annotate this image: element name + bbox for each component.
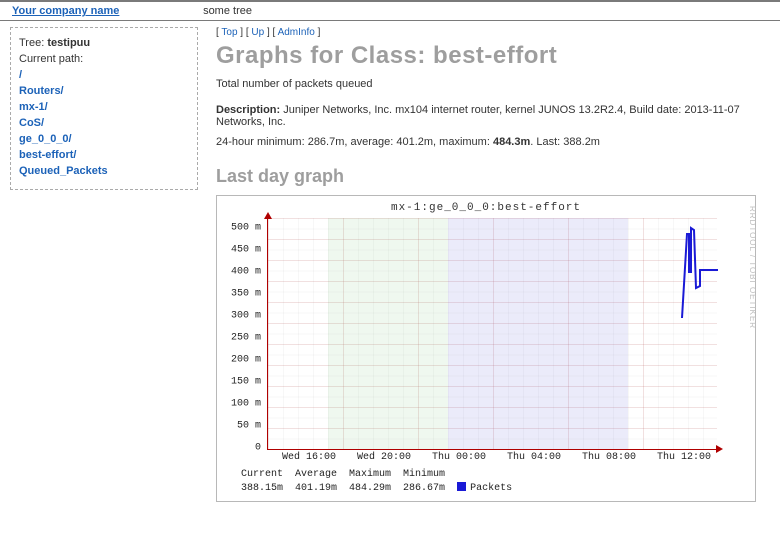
legend-swatch-icon (457, 482, 466, 491)
path-best-effort[interactable]: best-effort/ (19, 148, 189, 164)
y-tick: 0 (255, 443, 261, 454)
y-tick: 200 m (231, 355, 261, 366)
description-text: Juniper Networks, Inc. mx104 internet ro… (216, 104, 740, 128)
x-tick: Thu 08:00 (582, 452, 636, 463)
y-tick: 150 m (231, 377, 261, 388)
bracket-nav: [ Top ] [ Up ] [ AdmInfo ] (216, 27, 776, 38)
x-tick: Wed 20:00 (357, 452, 411, 463)
nav-top-link[interactable]: Top (221, 27, 237, 38)
tree-label: Tree: (19, 37, 47, 49)
legend-v-minimum: 286.67m (403, 482, 457, 496)
path-root[interactable]: / (19, 68, 189, 84)
path-ge[interactable]: ge_0_0_0/ (19, 132, 189, 148)
shade-band-green (328, 218, 448, 449)
path-cos[interactable]: CoS/ (19, 116, 189, 132)
legend-block: Current Average Maximum Minimum 388.15m … (241, 468, 749, 495)
legend-v-maximum: 484.29m (349, 482, 403, 496)
x-tick: Thu 00:00 (432, 452, 486, 463)
tree-name-top: some tree (203, 5, 252, 17)
x-tick: Thu 12:00 (657, 452, 711, 463)
y-tick: 250 m (231, 333, 261, 344)
x-axis-arrow-icon (716, 445, 723, 453)
path-mx-1[interactable]: mx-1/ (19, 100, 189, 116)
legend-v-average: 401.19m (295, 482, 349, 496)
y-tick: 350 m (231, 289, 261, 300)
graph-frame: RRDTOOL / TOBI OETIKER mx-1:ge_0_0_0:bes… (216, 195, 756, 502)
y-axis-arrow-icon (264, 212, 272, 219)
stats-line: 24-hour minimum: 286.7m, average: 401.2m… (216, 136, 776, 148)
section-title: Last day graph (216, 166, 776, 187)
y-tick: 300 m (231, 311, 261, 322)
rrdtool-watermark: RRDTOOL / TOBI OETIKER (748, 206, 757, 329)
description-block: Description: Juniper Networks, Inc. mx10… (216, 104, 776, 128)
path-routers[interactable]: Routers/ (19, 84, 189, 100)
y-tick: 500 m (231, 223, 261, 234)
stats-suffix: . Last: 388.2m (530, 136, 600, 148)
plot-area (267, 218, 717, 450)
y-tick: 400 m (231, 267, 261, 278)
nav-up-link[interactable]: Up (251, 27, 264, 38)
y-tick: 450 m (231, 245, 261, 256)
legend-h-current: Current (241, 468, 295, 482)
x-axis: Wed 16:00 Wed 20:00 Thu 00:00 Thu 04:00 Thu … (267, 450, 717, 464)
y-axis: 050 m100 m150 m200 m250 m300 m350 m400 m… (223, 218, 267, 450)
legend-h-minimum: Minimum (403, 468, 457, 482)
y-tick: 50 m (237, 421, 261, 432)
legend-h-average: Average (295, 468, 349, 482)
page-title: Graphs for Class: best-effort (216, 42, 776, 70)
stats-max: 484.3m (493, 136, 530, 148)
sidebar: Tree: testipuu Current path: / Routers/ … (10, 27, 198, 190)
legend-series-label: Packets (470, 483, 512, 494)
company-link[interactable]: Your company name (12, 5, 200, 17)
current-path-label: Current path: (19, 52, 189, 68)
description-label: Description: (216, 104, 280, 116)
x-tick: Thu 04:00 (507, 452, 561, 463)
x-tick: Wed 16:00 (282, 452, 336, 463)
legend-h-maximum: Maximum (349, 468, 403, 482)
shade-band-blue (448, 218, 628, 449)
legend-v-current: 388.15m (241, 482, 295, 496)
nav-adm-link[interactable]: AdmInfo (278, 27, 315, 38)
stats-prefix: 24-hour minimum: 286.7m, average: 401.2m… (216, 136, 493, 148)
top-bar: Your company name some tree (0, 0, 780, 21)
graph-title: mx-1:ge_0_0_0:best-effort (223, 202, 749, 214)
main-content: [ Top ] [ Up ] [ AdmInfo ] Graphs for Cl… (198, 21, 780, 502)
path-queued-packets[interactable]: Queued_Packets (19, 164, 189, 180)
page-subtitle: Total number of packets queued (216, 78, 776, 90)
tree-value: testipuu (47, 37, 90, 49)
y-tick: 100 m (231, 399, 261, 410)
